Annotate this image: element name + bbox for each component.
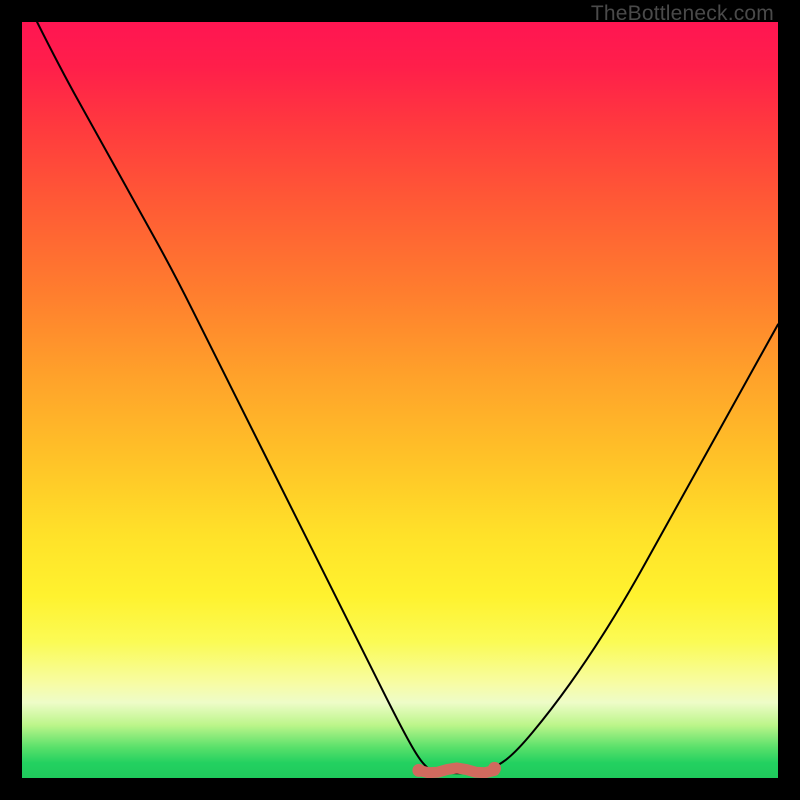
chart-frame: TheBottleneck.com [0, 0, 800, 800]
watermark-text: TheBottleneck.com [591, 2, 774, 26]
trough-end-dot-0 [412, 764, 425, 777]
curve-path [37, 22, 778, 773]
bottleneck-curve [22, 22, 778, 778]
plot-area [22, 22, 778, 778]
trough-end-dot-1 [488, 762, 501, 775]
trough-marker [412, 762, 501, 777]
trough-band-path [419, 768, 495, 773]
